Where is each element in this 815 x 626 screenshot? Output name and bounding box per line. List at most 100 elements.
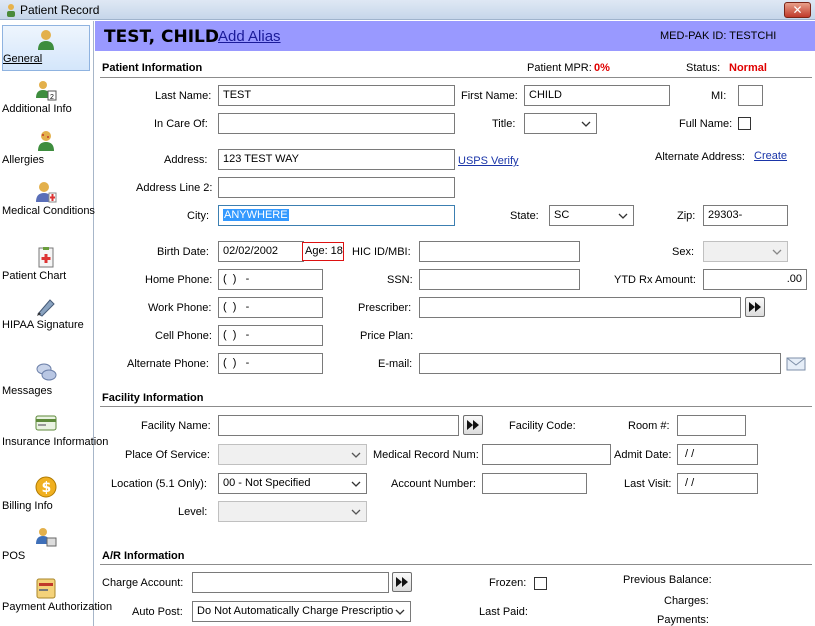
hic-id-field[interactable] xyxy=(419,241,580,262)
section-divider xyxy=(100,564,812,565)
people-icon: 2 xyxy=(36,81,57,101)
fast-forward-icon xyxy=(467,420,479,430)
allergy-icon xyxy=(38,131,54,151)
prescriber-lookup-button[interactable] xyxy=(745,297,765,317)
svg-text:2: 2 xyxy=(50,94,54,101)
work-phone-field[interactable]: ( ) - xyxy=(218,297,323,318)
charge-account-field[interactable] xyxy=(192,572,389,593)
facility-name-label: Facility Name: xyxy=(141,420,211,432)
sex-select[interactable] xyxy=(703,241,788,262)
add-alias-link[interactable]: Add Alias xyxy=(218,28,281,45)
sidebar-item-pos[interactable]: POS xyxy=(2,526,90,562)
pos-icon xyxy=(36,528,57,547)
window-title: Patient Record xyxy=(20,3,100,17)
close-button[interactable]: ✕ xyxy=(784,2,811,18)
frozen-label: Frozen: xyxy=(489,577,527,589)
mi-field[interactable] xyxy=(738,85,763,106)
place-of-service-label: Place Of Service: xyxy=(125,449,210,461)
facility-code-label: Facility Code: xyxy=(509,420,576,432)
in-care-of-field[interactable] xyxy=(218,113,455,134)
create-alternate-address-link[interactable]: Create xyxy=(754,150,787,162)
sidebar-item-patient-chart[interactable]: Patient Chart xyxy=(2,246,90,282)
full-name-label: Full Name: xyxy=(679,118,733,130)
location-select[interactable]: 00 - Not Specified xyxy=(218,473,367,494)
prescriber-field[interactable] xyxy=(419,297,741,318)
chevron-down-icon xyxy=(618,213,628,219)
birth-date-label: Birth Date: xyxy=(157,246,209,258)
email-envelope-icon[interactable] xyxy=(786,354,806,372)
first-name-field[interactable]: CHILD xyxy=(524,85,670,106)
email-label: E-mail: xyxy=(378,358,413,370)
level-label: Level: xyxy=(178,506,208,518)
sidebar-item-general[interactable]: General xyxy=(2,25,90,71)
section-title-ar-information: A/R Information xyxy=(102,550,185,562)
email-field[interactable] xyxy=(419,353,781,374)
sidebar-item-insurance-information[interactable]: Insurance Information xyxy=(2,412,108,448)
title-select[interactable] xyxy=(524,113,597,134)
sidebar-item-label: Additional Info xyxy=(2,103,72,115)
cell-phone-label: Cell Phone: xyxy=(155,330,212,342)
charge-account-lookup-button[interactable] xyxy=(392,572,412,592)
alternate-phone-field[interactable]: ( ) - xyxy=(218,353,323,374)
place-of-service-select[interactable] xyxy=(218,444,367,465)
sidebar-item-label: Billing Info xyxy=(2,500,53,512)
address-field[interactable]: 123 TEST WAY xyxy=(218,149,455,170)
medical-record-num-field[interactable] xyxy=(482,444,611,465)
sidebar-item-hipaa-signature[interactable]: HIPAA Signature xyxy=(2,295,90,331)
in-care-of-label: In Care Of: xyxy=(154,118,208,130)
frozen-checkbox[interactable] xyxy=(534,577,547,590)
sidebar-item-messages[interactable]: Messages xyxy=(2,361,90,397)
cell-phone-field[interactable]: ( ) - xyxy=(218,325,323,346)
address-line-2-label: Address Line 2: xyxy=(136,182,213,194)
hic-id-label: HIC ID/MBI: xyxy=(352,246,411,258)
room-field[interactable] xyxy=(677,415,746,436)
ytd-rx-amount-label: YTD Rx Amount: xyxy=(614,274,696,286)
sidebar-item-allergies[interactable]: Allergies xyxy=(2,130,90,166)
payments-label: Payments: xyxy=(657,614,709,626)
alternate-phone-label: Alternate Phone: xyxy=(127,358,209,370)
price-plan-label: Price Plan: xyxy=(360,330,414,342)
city-field[interactable]: ANYWHERE xyxy=(218,205,455,226)
pen-icon xyxy=(37,299,55,317)
dollar-icon: $ xyxy=(35,476,57,498)
sidebar-item-label: Insurance Information xyxy=(2,436,109,448)
last-visit-field[interactable]: / / xyxy=(677,473,758,494)
birth-date-field[interactable]: 02/02/2002 xyxy=(218,241,304,262)
address-line-2-field[interactable] xyxy=(218,177,455,198)
last-name-field[interactable]: TEST xyxy=(218,85,455,106)
admit-date-field[interactable]: / / xyxy=(677,444,758,465)
prescriber-label: Prescriber: xyxy=(358,302,412,314)
messages-icon xyxy=(36,363,57,381)
chevron-down-icon xyxy=(394,606,406,618)
facility-name-field[interactable] xyxy=(218,415,459,436)
charge-account-label: Charge Account: xyxy=(102,577,184,589)
patient-mpr-label: Patient MPR: xyxy=(527,62,592,74)
home-phone-field[interactable]: ( ) - xyxy=(218,269,323,290)
sidebar-item-label: HIPAA Signature xyxy=(2,319,84,331)
zip-field[interactable]: 29303- xyxy=(703,205,788,226)
sidebar-item-additional-info[interactable]: 2 Additional Info xyxy=(2,79,90,115)
person-icon xyxy=(38,30,54,50)
sidebar-item-payment-authorization[interactable]: Payment Authorization xyxy=(2,577,112,613)
account-number-field[interactable] xyxy=(482,473,587,494)
ssn-field[interactable] xyxy=(419,269,580,290)
age-badge: Age: 18 xyxy=(302,242,344,261)
medical-record-num-label: Medical Record Num: xyxy=(373,449,479,461)
sidebar: General 2 Additional Info Allergies Medi… xyxy=(0,21,112,626)
status-value: Normal xyxy=(729,62,767,74)
usps-verify-link[interactable]: USPS Verify xyxy=(458,155,519,167)
facility-lookup-button[interactable] xyxy=(463,415,483,435)
patient-app-icon xyxy=(7,4,15,17)
sidebar-item-medical-conditions[interactable]: Medical Conditions xyxy=(2,181,95,217)
chevron-down-icon xyxy=(772,249,782,255)
state-label: State: xyxy=(510,210,539,222)
auto-post-select[interactable]: Do Not Automatically Charge Prescription xyxy=(192,601,411,622)
sidebar-item-billing-info[interactable]: $ Billing Info xyxy=(2,476,90,512)
full-name-checkbox[interactable] xyxy=(738,117,751,130)
sidebar-item-label: POS xyxy=(2,550,26,562)
level-select[interactable] xyxy=(218,501,367,522)
ytd-rx-amount-field[interactable]: .00 xyxy=(703,269,807,290)
state-select[interactable]: SC xyxy=(549,205,634,226)
first-name-label: First Name: xyxy=(461,90,518,102)
fast-forward-icon xyxy=(396,577,408,587)
